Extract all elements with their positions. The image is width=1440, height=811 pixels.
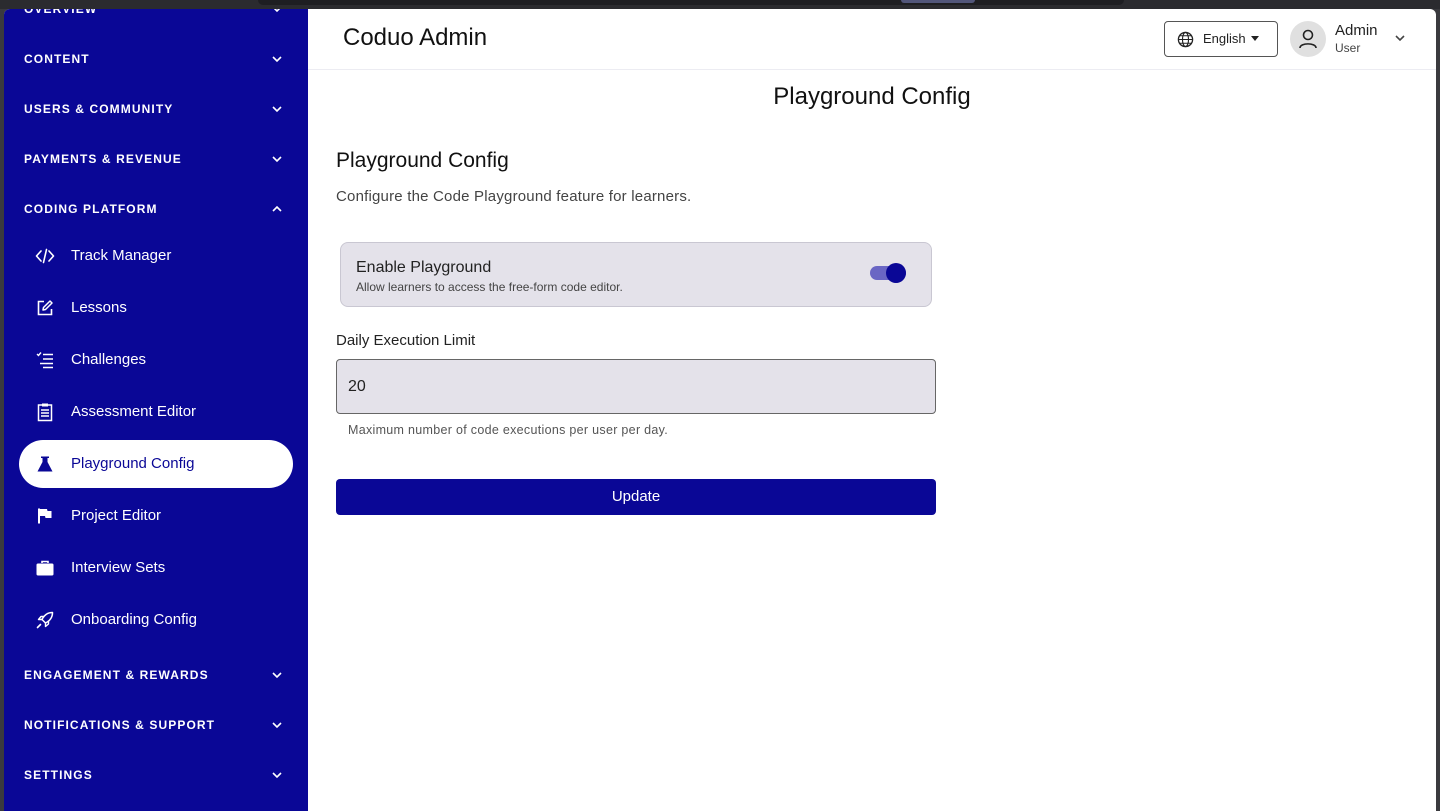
- sidebar-item-track-manager[interactable]: Track Manager: [19, 232, 293, 280]
- sidebar-section-label: SETTINGS: [24, 768, 93, 782]
- update-button[interactable]: Update: [336, 479, 936, 515]
- sidebar-section-label: PAYMENTS & REVENUE: [24, 152, 182, 166]
- section-title: Playground Config: [336, 149, 509, 172]
- sidebar-item-playground-config[interactable]: Playground Config: [19, 440, 293, 488]
- briefcase-icon: [36, 560, 54, 576]
- switch-knob: [886, 263, 906, 283]
- daily-limit-label: Daily Execution Limit: [336, 332, 476, 349]
- sidebar-item-project-editor[interactable]: Project Editor: [19, 492, 293, 540]
- sidebar-section-content[interactable]: CONTENT: [4, 34, 308, 84]
- flag-icon: [38, 508, 52, 524]
- sidebar-item-label: Project Editor: [71, 507, 162, 524]
- sidebar-section-label: OVERVIEW: [24, 9, 98, 16]
- toggle-label: Enable Playground: [356, 259, 492, 276]
- daily-limit-helper: Maximum number of code executions per us…: [348, 423, 669, 437]
- chevron-down-icon: [272, 722, 282, 729]
- user-menu[interactable]: Admin User: [1290, 21, 1420, 59]
- sidebar-item-interview-sets[interactable]: Interview Sets: [19, 544, 293, 592]
- enable-playground-switch[interactable]: [870, 263, 906, 283]
- code-icon: [35, 248, 55, 264]
- language-selector[interactable]: English: [1164, 21, 1278, 57]
- active-tab-indicator: [901, 0, 975, 3]
- chevron-down-icon: [272, 672, 282, 679]
- checklist-icon: [36, 352, 53, 369]
- sidebar-item-label: Interview Sets: [71, 559, 166, 576]
- section-description: Configure the Code Playground feature fo…: [336, 188, 692, 205]
- clipboard-icon: [37, 403, 53, 422]
- sidebar-item-label: Onboarding Config: [71, 611, 197, 628]
- sidebar-section-overview[interactable]: OVERVIEW: [4, 9, 308, 34]
- sidebar-section-notifications-support[interactable]: NOTIFICATIONS & SUPPORT: [4, 700, 308, 750]
- chevron-down-icon: [272, 106, 282, 113]
- sidebar-item-label: Track Manager: [71, 247, 172, 264]
- sidebar-section-label: NOTIFICATIONS & SUPPORT: [24, 718, 216, 732]
- rocket-icon: [36, 611, 54, 629]
- sidebar-item-assessment-editor[interactable]: Assessment Editor: [19, 388, 293, 436]
- chevron-up-icon: [272, 205, 282, 212]
- chevron-down-icon: [272, 772, 282, 779]
- globe-icon: [1177, 31, 1194, 48]
- sidebar: OVERVIEW CONTENT USERS & COMMUNITY PAYME…: [4, 9, 308, 811]
- sidebar-section-payments-revenue[interactable]: PAYMENTS & REVENUE: [4, 134, 308, 184]
- enable-playground-row: Enable Playground Allow learners to acce…: [340, 242, 932, 307]
- language-label: English: [1203, 31, 1246, 46]
- chevron-down-icon: [1395, 35, 1405, 42]
- app-brand: Coduo Admin: [343, 24, 488, 51]
- sidebar-section-settings[interactable]: SETTINGS: [4, 750, 308, 800]
- sidebar-item-label: Challenges: [71, 351, 147, 368]
- chevron-down-icon: [272, 56, 282, 63]
- sidebar-item-challenges[interactable]: Challenges: [19, 336, 293, 384]
- app-window: OVERVIEW CONTENT USERS & COMMUNITY PAYME…: [4, 9, 1436, 811]
- sidebar-item-label: Lessons: [71, 299, 127, 316]
- sidebar-section-label: CODING PLATFORM: [24, 202, 158, 216]
- sidebar-item-lessons[interactable]: Lessons: [19, 284, 293, 332]
- browser-tab-bar: [258, 0, 1124, 5]
- toggle-description: Allow learners to access the free-form c…: [356, 280, 623, 294]
- caret-down-icon: [1251, 36, 1259, 41]
- main-content: Coduo Admin English Admin User Playgroun…: [308, 9, 1436, 811]
- sidebar-item-label: Assessment Editor: [71, 403, 197, 420]
- sidebar-section-coding-platform[interactable]: CODING PLATFORM: [4, 184, 308, 234]
- sidebar-section-engagement-rewards[interactable]: ENGAGEMENT & REWARDS: [4, 650, 308, 700]
- user-role: User: [1335, 41, 1361, 55]
- top-header: Coduo Admin English Admin User: [308, 9, 1436, 70]
- browser-top-strip: [0, 0, 1440, 9]
- edit-icon: [37, 300, 53, 316]
- user-name: Admin: [1335, 22, 1378, 39]
- flask-icon: [37, 456, 53, 472]
- user-icon: [1299, 29, 1317, 49]
- sidebar-section-label: CONTENT: [24, 52, 90, 66]
- sidebar-item-label: Playground Config: [71, 455, 195, 472]
- avatar: [1290, 21, 1326, 57]
- page-title: Playground Config: [773, 83, 971, 110]
- sidebar-section-label: USERS & COMMUNITY: [24, 102, 174, 116]
- sidebar-section-users-community[interactable]: USERS & COMMUNITY: [4, 84, 308, 134]
- chevron-down-icon: [273, 9, 281, 13]
- daily-limit-input[interactable]: [336, 359, 936, 414]
- sidebar-section-label: ENGAGEMENT & REWARDS: [24, 668, 209, 682]
- chevron-down-icon: [272, 156, 282, 163]
- sidebar-item-onboarding-config[interactable]: Onboarding Config: [19, 596, 293, 644]
